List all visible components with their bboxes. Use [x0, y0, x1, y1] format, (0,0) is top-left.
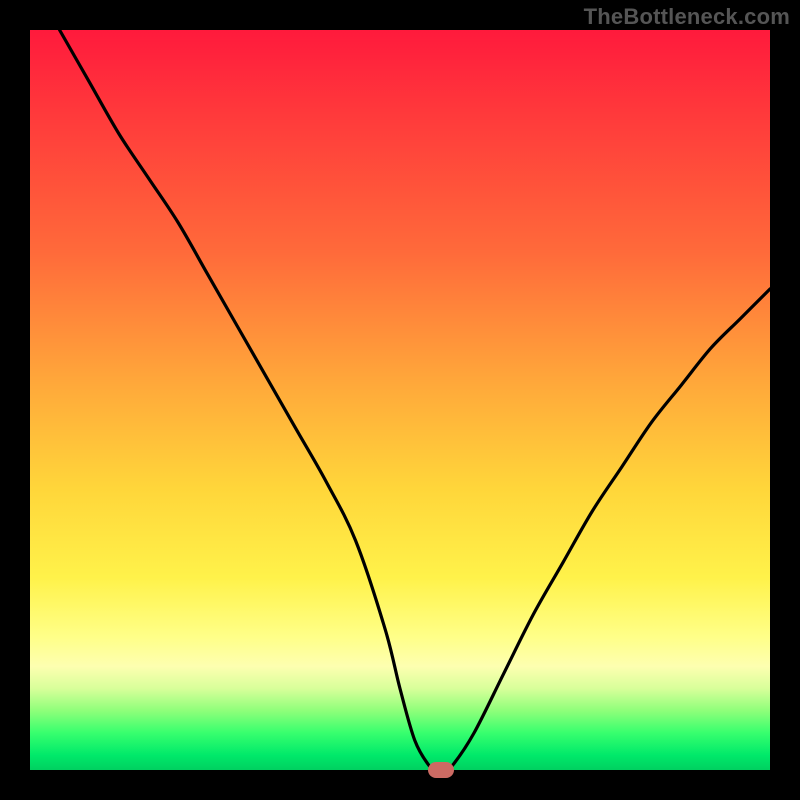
- chart-container: TheBottleneck.com: [0, 0, 800, 800]
- watermark-text: TheBottleneck.com: [584, 4, 790, 30]
- plot-area: [30, 30, 770, 770]
- minimum-marker: [428, 762, 454, 778]
- bottleneck-curve: [30, 30, 770, 770]
